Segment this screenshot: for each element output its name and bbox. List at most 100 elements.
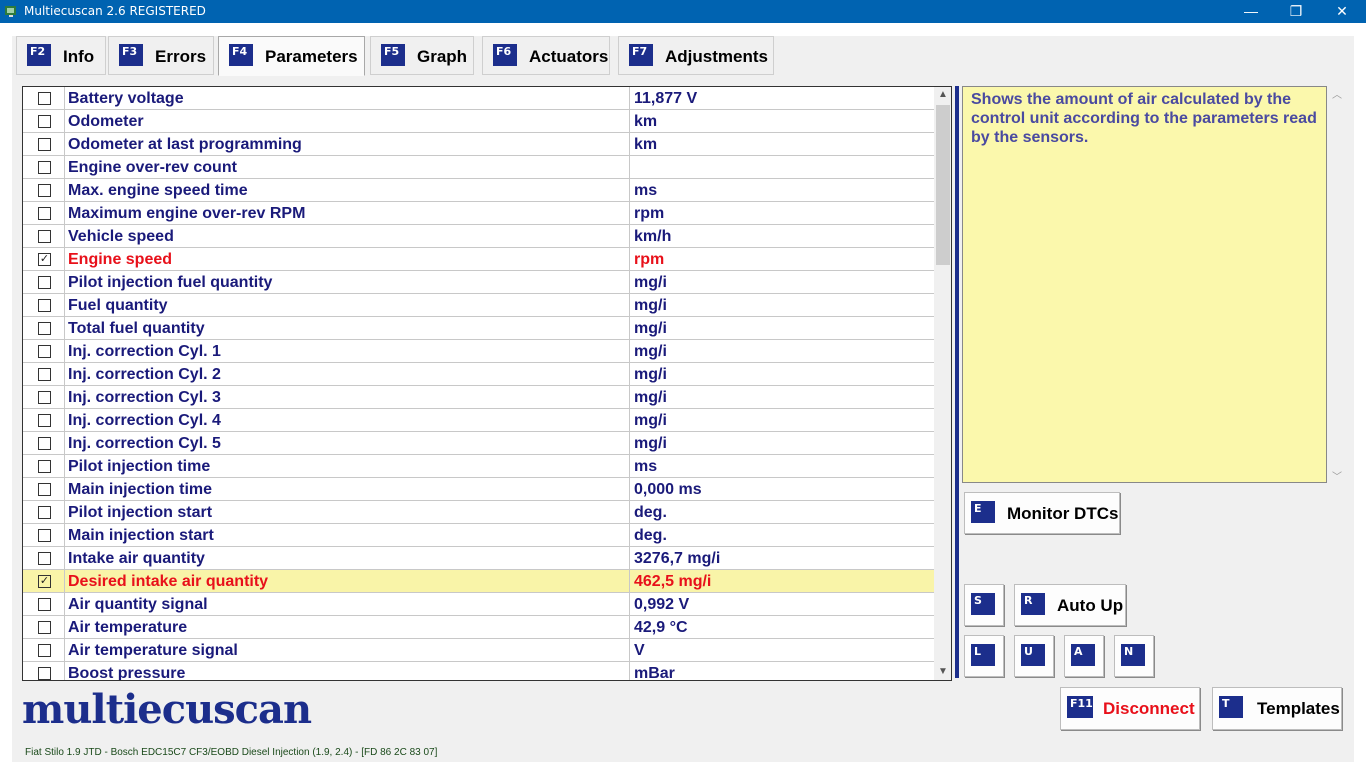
tab-key-badge: F4 <box>229 44 253 66</box>
parameter-list[interactable]: Boost pressure mBar Air temperature signa… <box>22 86 952 681</box>
cell-divider <box>629 570 630 593</box>
parameter-row[interactable]: Odometer at last programming km <box>23 133 934 156</box>
parameter-row[interactable]: Battery voltage 11,877 V <box>23 87 934 110</box>
parameter-row[interactable]: Inj. correction Cyl. 3 mg/i <box>23 386 934 409</box>
parameter-row[interactable]: Odometer km <box>23 110 934 133</box>
parameter-row[interactable]: Air temperature 42,9 °C <box>23 616 934 639</box>
parameter-checkbox[interactable] <box>38 598 51 611</box>
parameter-checkbox[interactable]: ✓ <box>38 253 51 266</box>
parameter-checkbox[interactable] <box>38 115 51 128</box>
parameter-checkbox[interactable] <box>38 414 51 427</box>
disconnect-button[interactable]: F11 Disconnect <box>1060 687 1200 730</box>
description-scrollbar[interactable]: ︿ ﹀ <box>1330 86 1344 483</box>
close-button[interactable]: ✕ <box>1319 0 1365 23</box>
parameter-checkbox[interactable] <box>38 529 51 542</box>
parameter-row[interactable]: Inj. correction Cyl. 2 mg/i <box>23 363 934 386</box>
parameter-checkbox[interactable] <box>38 184 51 197</box>
cell-divider <box>629 179 630 202</box>
parameter-value: 0,992 V <box>634 596 690 613</box>
parameter-checkbox[interactable] <box>38 230 51 243</box>
parameter-row[interactable]: Inj. correction Cyl. 1 mg/i <box>23 340 934 363</box>
parameter-checkbox[interactable] <box>38 621 51 634</box>
scroll-thumb[interactable] <box>936 105 950 265</box>
cell-divider <box>629 202 630 225</box>
tab-info[interactable]: F2 Info <box>16 36 106 75</box>
parameter-checkbox[interactable] <box>38 299 51 312</box>
scroll-down-arrow-icon[interactable]: ﹀ <box>1332 468 1342 483</box>
parameter-checkbox[interactable] <box>38 92 51 105</box>
scroll-up-arrow-icon[interactable]: ︿ <box>1332 86 1342 101</box>
panel-divider[interactable] <box>955 86 959 678</box>
parameter-value: V <box>634 642 645 659</box>
parameter-row[interactable]: Main injection time 0,000 ms <box>23 478 934 501</box>
parameter-value: rpm <box>634 205 665 222</box>
a-button[interactable]: A <box>1064 635 1104 677</box>
monitor-dtcs-button[interactable]: E Monitor DTCs <box>964 492 1120 534</box>
parameter-row[interactable]: Total fuel quantity mg/i <box>23 317 934 340</box>
parameter-checkbox[interactable] <box>38 667 51 680</box>
parameter-row[interactable]: Air quantity signal 0,992 V <box>23 593 934 616</box>
multiecuscan-logo: multiecuscan <box>22 686 312 733</box>
parameter-checkbox[interactable] <box>38 276 51 289</box>
parameter-checkbox[interactable] <box>38 391 51 404</box>
parameter-value: mg/i <box>634 435 667 452</box>
parameter-checkbox[interactable] <box>38 138 51 151</box>
parameter-checkbox[interactable] <box>38 322 51 335</box>
parameter-row[interactable]: Boost pressure mBar <box>23 662 934 680</box>
parameter-name: Inj. correction Cyl. 1 <box>68 343 221 360</box>
scroll-down-arrow-icon[interactable]: ▼ <box>934 664 951 680</box>
auto-up-button[interactable]: R Auto Up <box>1014 584 1126 626</box>
parameter-checkbox[interactable]: ✓ <box>38 575 51 588</box>
minimize-button[interactable]: — <box>1228 0 1274 23</box>
parameter-row[interactable]: Pilot injection fuel quantity mg/i <box>23 271 934 294</box>
parameter-checkbox[interactable] <box>38 207 51 220</box>
maximize-button[interactable]: ❐ <box>1273 0 1319 23</box>
tab-errors[interactable]: F3 Errors <box>108 36 214 75</box>
parameter-checkbox[interactable] <box>38 460 51 473</box>
parameter-row[interactable]: Intake air quantity 3276,7 mg/i <box>23 547 934 570</box>
parameter-row[interactable]: Inj. correction Cyl. 5 mg/i <box>23 432 934 455</box>
scroll-up-arrow-icon[interactable]: ▲ <box>934 87 951 103</box>
l-button[interactable]: L <box>964 635 1004 677</box>
templates-button[interactable]: T Templates <box>1212 687 1342 730</box>
parameter-row[interactable]: ✓ Engine speed rpm <box>23 248 934 271</box>
button-label: Monitor DTCs <box>1007 504 1119 523</box>
parameter-row[interactable]: Main injection start deg. <box>23 524 934 547</box>
button-label: Disconnect <box>1103 699 1195 718</box>
parameter-name: Max. engine speed time <box>68 182 248 199</box>
parameter-row[interactable]: Maximum engine over-rev RPM rpm <box>23 202 934 225</box>
parameter-checkbox[interactable] <box>38 506 51 519</box>
parameter-checkbox[interactable] <box>38 161 51 174</box>
tab-graph[interactable]: F5 Graph <box>370 36 474 75</box>
tab-label: Parameters <box>265 47 358 66</box>
parameter-row[interactable]: Inj. correction Cyl. 4 mg/i <box>23 409 934 432</box>
u-button[interactable]: U <box>1014 635 1054 677</box>
parameter-value: mg/i <box>634 343 667 360</box>
n-button[interactable]: N <box>1114 635 1154 677</box>
parameter-checkbox[interactable] <box>38 345 51 358</box>
parameter-checkbox[interactable] <box>38 437 51 450</box>
s-button[interactable]: S <box>964 584 1004 626</box>
cell-divider <box>64 317 65 340</box>
tab-adjustments[interactable]: F7 Adjustments <box>618 36 774 75</box>
parameter-value: deg. <box>634 504 667 521</box>
parameter-row[interactable]: Max. engine speed time ms <box>23 179 934 202</box>
tab-actuators[interactable]: F6 Actuators <box>482 36 610 75</box>
parameter-row[interactable]: Engine over-rev count <box>23 156 934 179</box>
parameter-row[interactable]: ✓ Desired intake air quantity 462,5 mg/i <box>23 570 934 593</box>
parameter-name: Air quantity signal <box>68 596 208 613</box>
parameter-row[interactable]: Air temperature signal V <box>23 639 934 662</box>
parameter-list-scrollbar[interactable]: ▲ ▼ <box>934 87 951 680</box>
parameter-checkbox[interactable] <box>38 644 51 657</box>
parameter-checkbox[interactable] <box>38 552 51 565</box>
parameter-row[interactable]: Pilot injection start deg. <box>23 501 934 524</box>
parameter-row[interactable]: Vehicle speed km/h <box>23 225 934 248</box>
tab-parameters[interactable]: F4 Parameters <box>218 36 365 76</box>
parameter-checkbox[interactable] <box>38 483 51 496</box>
parameter-value: 11,877 V <box>634 90 698 107</box>
parameter-row[interactable]: Fuel quantity mg/i <box>23 294 934 317</box>
cell-divider <box>64 363 65 386</box>
cell-divider <box>64 547 65 570</box>
parameter-row[interactable]: Pilot injection time ms <box>23 455 934 478</box>
parameter-checkbox[interactable] <box>38 368 51 381</box>
